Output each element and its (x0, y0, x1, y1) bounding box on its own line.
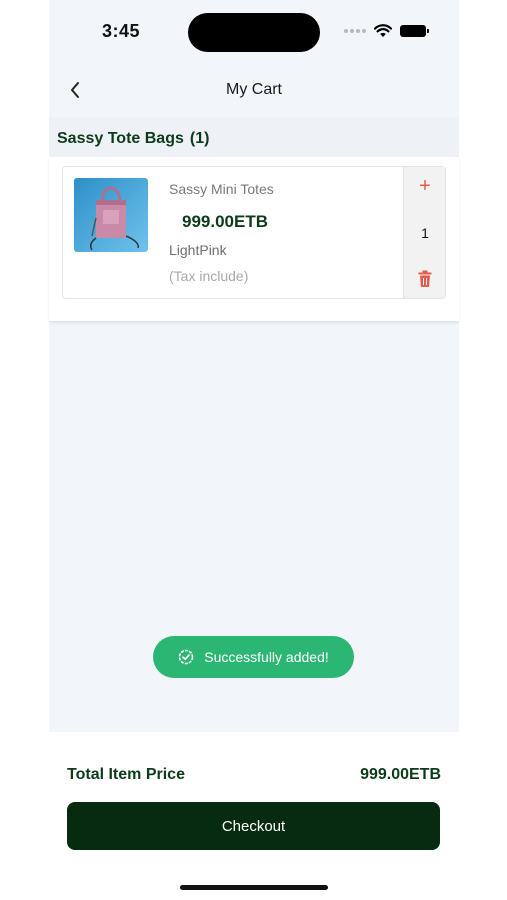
quantity-stepper: + 1 (403, 167, 445, 298)
battery-icon (400, 25, 429, 37)
product-name[interactable]: Sassy Mini Totes (169, 181, 274, 197)
signal-icon (344, 29, 366, 33)
wifi-icon (374, 24, 392, 37)
section-title: Sassy Tote Bags (1) (57, 130, 209, 148)
shop-name: Sassy Tote Bags (57, 130, 184, 147)
product-price: 999.00ETB (182, 212, 268, 231)
checkout-button[interactable]: Checkout (67, 802, 440, 850)
phone-screen: 3:45 My Cart Sassy Tote Bags (1) Sassy M… (49, 0, 459, 900)
status-time: 3:45 (102, 21, 141, 41)
total-price-label: Total Item Price (67, 766, 185, 783)
trash-icon[interactable] (417, 270, 433, 288)
total-price-value: 999.00ETB (360, 766, 441, 783)
product-color: LightPink (169, 242, 227, 258)
tax-note: (Tax include) (169, 268, 249, 284)
shop-item-count: (1) (189, 130, 210, 147)
check-badge-icon (178, 649, 194, 665)
quantity-value: 1 (421, 225, 429, 241)
dynamic-island (188, 13, 320, 52)
page-title: My Cart (226, 81, 282, 98)
screen-background (49, 0, 459, 732)
home-indicator[interactable] (180, 885, 328, 890)
success-toast: Successfully added! (153, 636, 354, 678)
cart-item-card[interactable]: Sassy Mini Totes 999.00ETB LightPink (Ta… (62, 166, 446, 299)
toast-message: Successfully added! (204, 649, 329, 665)
product-image[interactable] (74, 178, 148, 252)
status-icons (344, 24, 429, 38)
increase-quantity-button[interactable]: + (404, 175, 446, 197)
